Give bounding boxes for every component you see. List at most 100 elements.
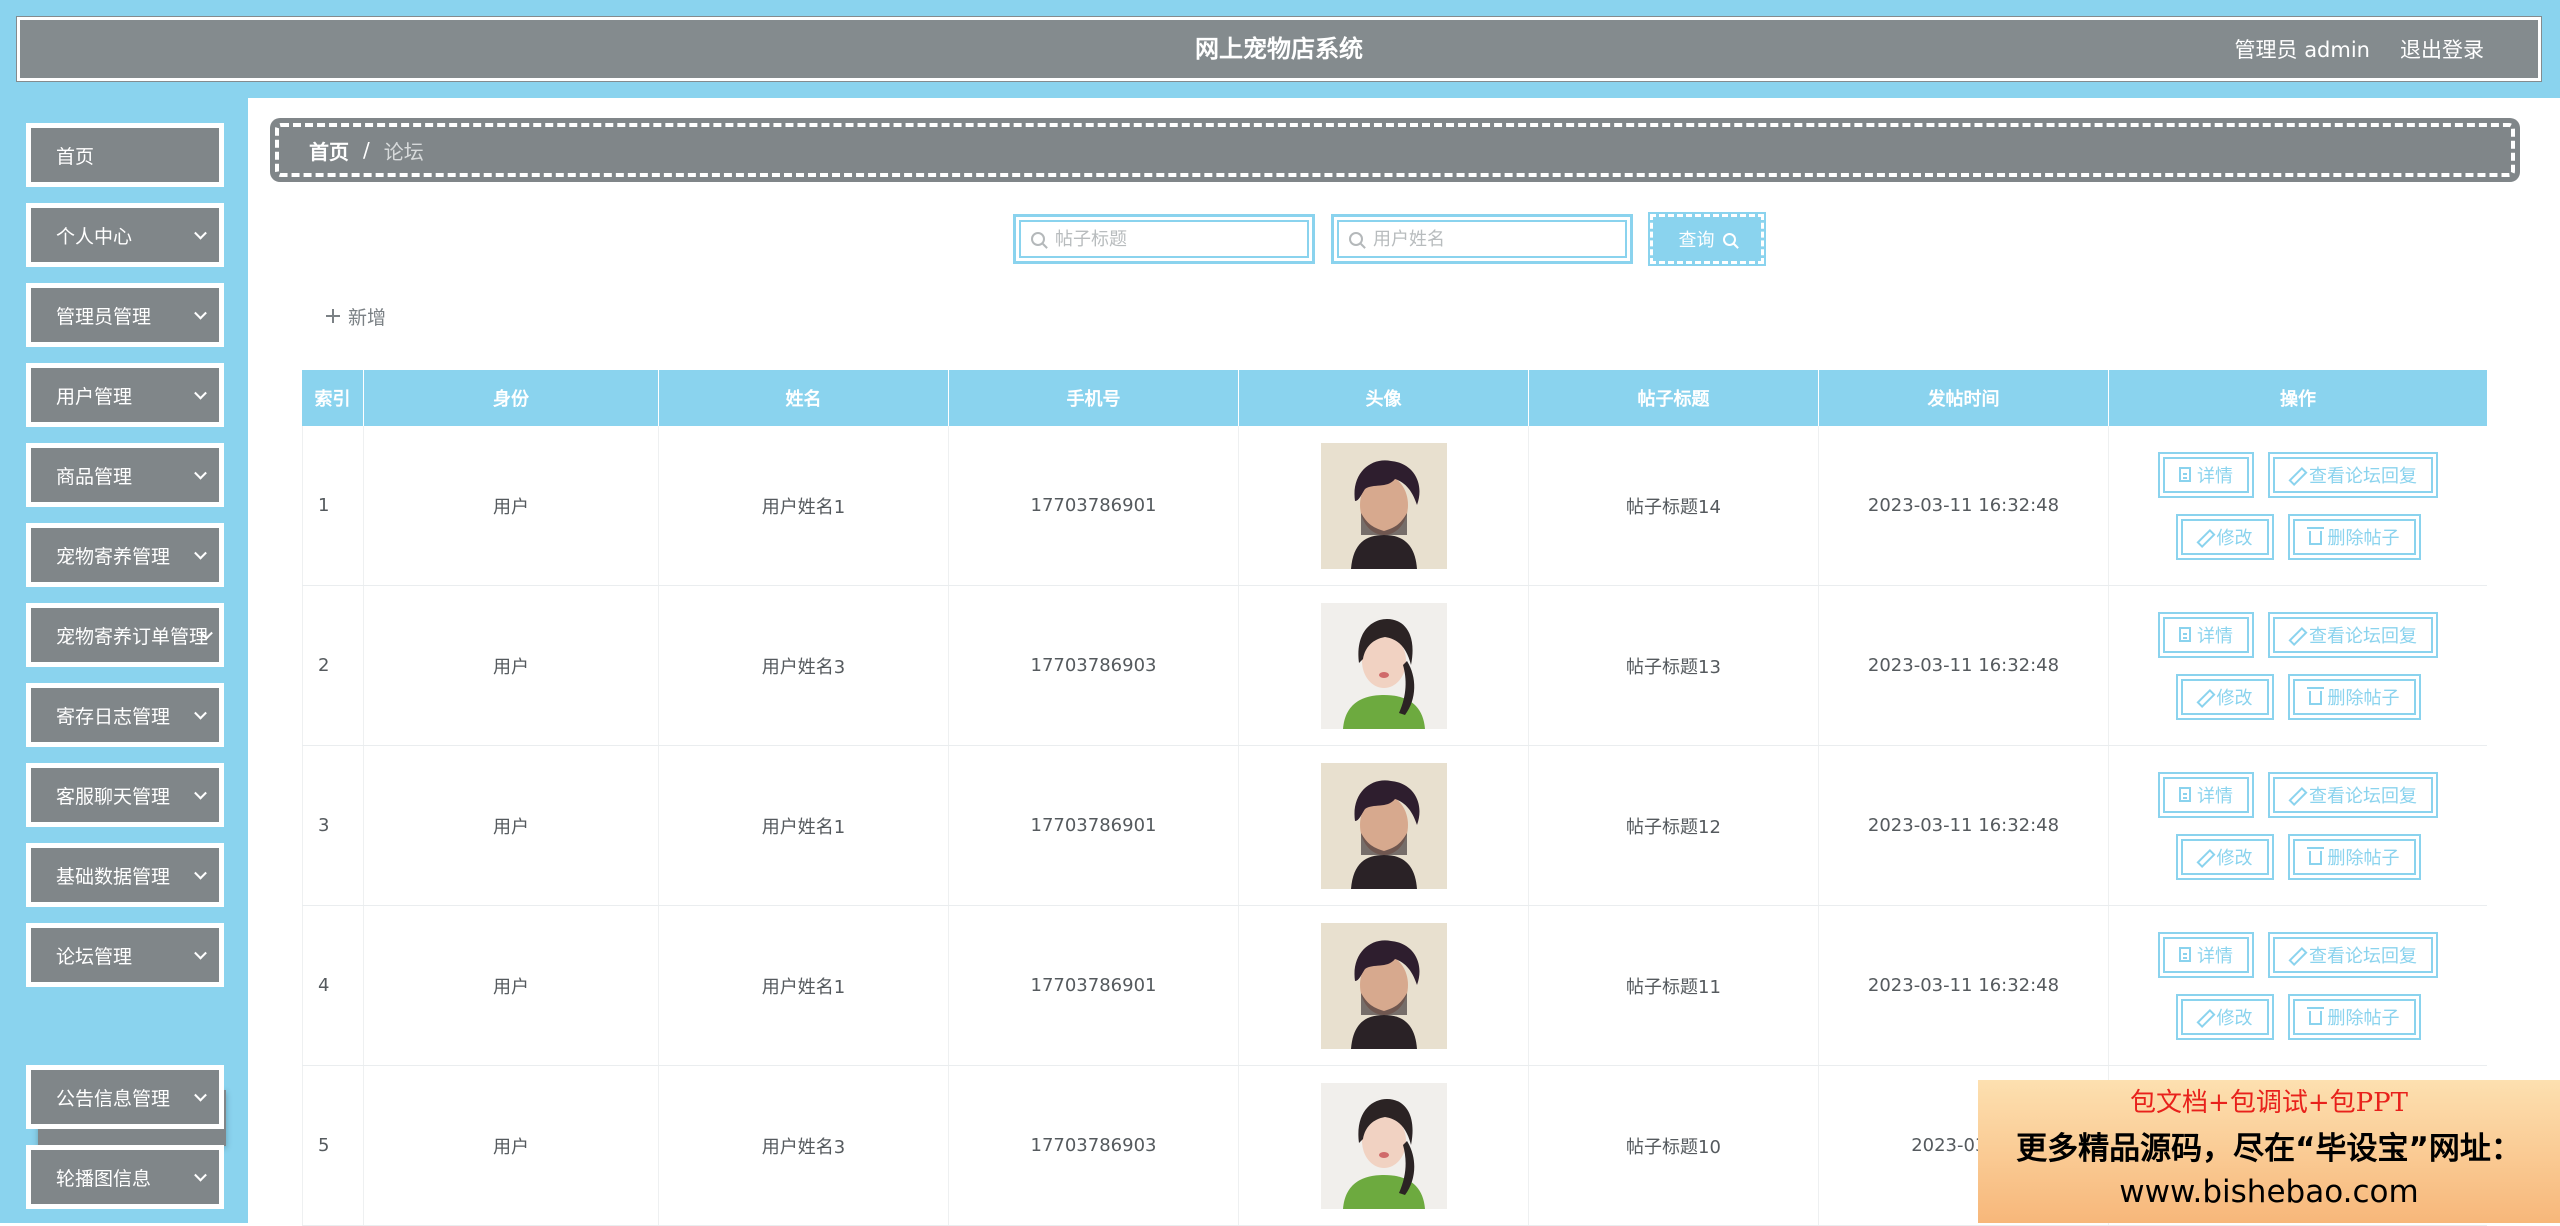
action-line: 详情 查看论坛回复 xyxy=(2158,611,2438,658)
cell-avatar xyxy=(1239,586,1529,745)
action-group: 详情 查看论坛回复修改 删除帖子 xyxy=(2158,931,2438,1040)
sidebar: 首页 个人中心 管理员管理 用户管理 商品管理 宠物寄养管理 宠物寄养订单管理 … xyxy=(0,98,248,1223)
sidebar-item-forum[interactable]: 论坛管理 xyxy=(26,923,224,987)
view-replies-button[interactable]: 查看论坛回复 xyxy=(2268,451,2438,498)
detail-button[interactable]: 详情 xyxy=(2158,611,2254,658)
view-replies-button[interactable]: 查看论坛回复 xyxy=(2268,931,2438,978)
delete-label: 删除帖子 xyxy=(2327,847,2400,869)
view-replies-button[interactable]: 查看论坛回复 xyxy=(2268,771,2438,818)
edit-button[interactable]: 修改 xyxy=(2175,513,2274,560)
detail-button[interactable]: 详情 xyxy=(2158,931,2254,978)
edit-icon xyxy=(2197,1010,2211,1024)
cell-post-title: 帖子标题14 xyxy=(1529,426,1819,585)
add-button[interactable]: 新增 xyxy=(326,300,386,332)
cell-phone: 17703786903 xyxy=(949,586,1239,745)
sidebar-item-pet-boarding[interactable]: 宠物寄养管理 xyxy=(26,523,224,587)
button-frame: 详情 xyxy=(2163,776,2249,813)
sidebar-item-label: 宠物寄养管理 xyxy=(56,545,171,568)
sidebar-item-home[interactable]: 首页 xyxy=(26,123,224,187)
document-icon xyxy=(2179,627,2191,642)
query-button[interactable]: 查询 xyxy=(1648,212,1766,266)
sidebar-item-admin[interactable]: 管理员管理 xyxy=(26,283,224,347)
button-frame: 详情 xyxy=(2163,456,2249,493)
sidebar-item-base-data[interactable]: 基础数据管理 xyxy=(26,843,224,907)
action-line: 详情 查看论坛回复 xyxy=(2158,771,2438,818)
cell-actions: 详情 查看论坛回复修改 删除帖子 xyxy=(2109,746,2487,905)
sidebar-item-label: 客服聊天管理 xyxy=(56,785,171,808)
delete-post-button[interactable]: 删除帖子 xyxy=(2287,833,2421,880)
edit-button[interactable]: 修改 xyxy=(2175,993,2274,1040)
search-icon xyxy=(1031,232,1045,246)
cell-role: 用户 xyxy=(364,586,659,745)
post-title-search xyxy=(1013,214,1315,264)
avatar xyxy=(1320,922,1447,1049)
table-header: 索引 身份 姓名 手机号 头像 帖子标题 发帖时间 操作 xyxy=(302,370,2487,426)
detail-button[interactable]: 详情 xyxy=(2158,771,2254,818)
column-header-post-time: 发帖时间 xyxy=(1819,370,2109,426)
query-button-label: 查询 xyxy=(1678,230,1715,251)
column-header-name: 姓名 xyxy=(659,370,949,426)
edit-icon xyxy=(2197,690,2211,704)
button-frame: 删除帖子 xyxy=(2292,998,2416,1035)
delete-post-button[interactable]: 删除帖子 xyxy=(2287,993,2421,1040)
action-line: 修改 删除帖子 xyxy=(2175,993,2421,1040)
edit-button[interactable]: 修改 xyxy=(2175,833,2274,880)
sidebar-item-storage-log[interactable]: 寄存日志管理 xyxy=(26,683,224,747)
sidebar-item-label: 寄存日志管理 xyxy=(56,705,171,728)
chevron-down-icon xyxy=(194,546,207,560)
button-frame: 查看论坛回复 xyxy=(2273,616,2433,653)
delete-post-button[interactable]: 删除帖子 xyxy=(2287,513,2421,560)
document-icon xyxy=(2179,467,2191,482)
trash-icon xyxy=(2306,687,2324,705)
column-header-avatar: 头像 xyxy=(1239,370,1529,426)
edit-label: 修改 xyxy=(2216,687,2253,709)
sidebar-item-boarding-orders[interactable]: 宠物寄养订单管理 xyxy=(26,603,224,667)
sidebar-item-label: 首页 xyxy=(56,145,95,168)
sidebar-item-carousel[interactable]: 轮播图信息 xyxy=(26,1145,224,1209)
edit-button[interactable]: 修改 xyxy=(2175,673,2274,720)
sidebar-item-users[interactable]: 用户管理 xyxy=(26,363,224,427)
breadcrumb-home[interactable]: 首页 xyxy=(309,136,349,165)
post-title-input[interactable] xyxy=(1055,228,1285,250)
button-frame: 修改 xyxy=(2180,838,2269,875)
view-replies-label: 查看论坛回复 xyxy=(2309,625,2417,647)
sidebar-item-profile[interactable]: 个人中心 xyxy=(26,203,224,267)
user-name-input[interactable] xyxy=(1373,228,1603,250)
search-icon xyxy=(1722,232,1736,246)
edit-label: 修改 xyxy=(2216,1007,2253,1029)
view-replies-button[interactable]: 查看论坛回复 xyxy=(2268,611,2438,658)
avatar xyxy=(1320,442,1447,569)
cell-name: 用户姓名1 xyxy=(659,426,949,585)
sidebar-item-products[interactable]: 商品管理 xyxy=(26,443,224,507)
button-frame: 修改 xyxy=(2180,998,2269,1035)
cell-role: 用户 xyxy=(364,1066,659,1225)
action-group: 详情 查看论坛回复修改 删除帖子 xyxy=(2158,611,2438,720)
cell-actions: 详情 查看论坛回复修改 删除帖子 xyxy=(2109,586,2487,745)
sidebar-item-announcements[interactable]: 公告信息管理 xyxy=(26,1065,224,1129)
chevron-down-icon xyxy=(194,946,207,960)
cell-post-title: 帖子标题10 xyxy=(1529,1066,1819,1225)
cell-avatar xyxy=(1239,906,1529,1065)
logout-link[interactable]: 退出登录 xyxy=(2400,34,2484,64)
delete-post-button[interactable]: 删除帖子 xyxy=(2287,673,2421,720)
cell-avatar xyxy=(1239,426,1529,585)
sidebar-item-label: 公告信息管理 xyxy=(56,1087,171,1110)
search-field-frame xyxy=(1337,220,1627,258)
header-panel: 网上宠物店系统 管理员 admin 退出登录 xyxy=(10,10,2548,88)
cell-post-time: 2023-03-11 16:32:48 xyxy=(1819,906,2109,1065)
button-frame: 修改 xyxy=(2180,518,2269,555)
detail-button[interactable]: 详情 xyxy=(2158,451,2254,498)
column-header-post-title: 帖子标题 xyxy=(1529,370,1819,426)
cell-actions: 详情 查看论坛回复修改 删除帖子 xyxy=(2109,906,2487,1065)
button-frame: 查看论坛回复 xyxy=(2273,936,2433,973)
table-row: 2 用户 用户姓名3 17703786903 帖子标题13 2023-03-11 16:3… xyxy=(302,586,2487,746)
cell-index: 4 xyxy=(302,906,364,1065)
column-header-phone: 手机号 xyxy=(949,370,1239,426)
view-replies-label: 查看论坛回复 xyxy=(2309,785,2417,807)
button-frame: 详情 xyxy=(2163,936,2249,973)
trash-icon xyxy=(2306,1007,2324,1025)
sidebar-item-support-chat[interactable]: 客服聊天管理 xyxy=(26,763,224,827)
detail-label: 详情 xyxy=(2197,945,2233,967)
site-title: 网上宠物店系统 xyxy=(1195,35,1363,63)
avatar xyxy=(1320,762,1447,889)
